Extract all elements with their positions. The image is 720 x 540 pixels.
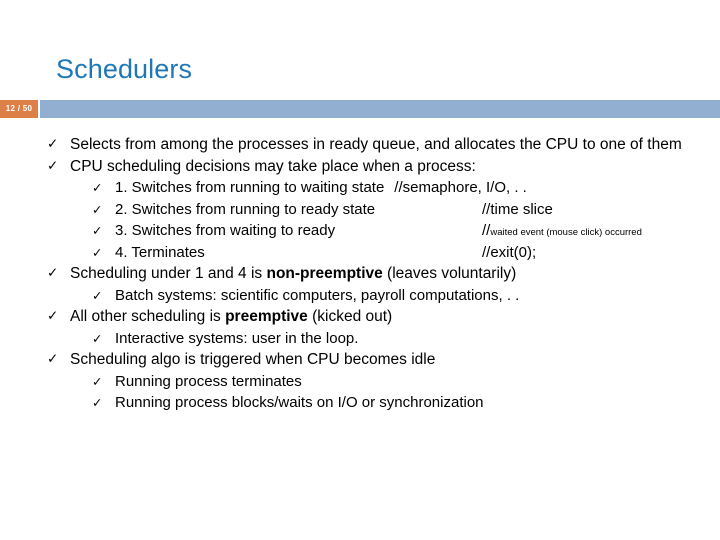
- checkmark-icon: ✓: [47, 308, 59, 324]
- header-accent-bar: [40, 100, 720, 118]
- bullet-text: Selects from among the processes in read…: [70, 136, 682, 153]
- checkmark-icon: ✓: [47, 157, 59, 174]
- bullet-item: ✓ CPU scheduling decisions may take plac…: [0, 156, 720, 178]
- bullet-item: ✓ Scheduling under 1 and 4 is non-preemp…: [0, 263, 720, 285]
- slide-root: Schedulers 12 / 50 ✓ Selects from among …: [0, 0, 720, 540]
- bullet-text-pre: All other scheduling is: [70, 308, 226, 325]
- slide-body: ✓ Selects from among the processes in re…: [0, 134, 720, 534]
- bullet-text-post: (kicked out): [307, 308, 393, 325]
- bullet-text: Running process blocks/waits on I/O or s…: [115, 394, 484, 411]
- title-area: Schedulers: [0, 52, 720, 98]
- bullet-comment: //waited event (mouse click) occurred: [482, 220, 642, 244]
- bullet-item: ✓ 3. Switches from waiting to ready //wa…: [0, 220, 720, 242]
- checkmark-icon: ✓: [92, 201, 103, 217]
- checkmark-icon: ✓: [92, 287, 103, 303]
- bullet-line: 3. Switches from waiting to ready //wait…: [115, 220, 720, 242]
- bullet-text: 2. Switches from running to ready state: [115, 200, 376, 218]
- bullet-item: ✓ 2. Switches from running to ready stat…: [0, 199, 720, 221]
- bullet-line: 2. Switches from running to ready state …: [115, 199, 720, 221]
- bullet-text-pre: Scheduling under 1 and 4 is: [70, 265, 267, 282]
- checkmark-icon: ✓: [92, 395, 103, 410]
- bullet-text: Interactive systems: user in the loop.: [115, 329, 359, 347]
- bullet-item: ✓ Interactive systems: user in the loop.: [0, 328, 720, 350]
- checkmark-icon: ✓: [47, 136, 59, 152]
- bullet-comment: //time slice: [482, 200, 553, 218]
- bullet-text: Scheduling algo is triggered when CPU be…: [70, 351, 436, 368]
- bullet-item: ✓ Batch systems: scientific computers, p…: [0, 285, 720, 307]
- checkmark-icon: ✓: [47, 351, 59, 367]
- bullet-item: ✓ Running process terminates: [0, 371, 720, 393]
- bullet-text-emphasis: non-preemptive: [266, 265, 383, 282]
- bullet-text: 1. Switches from running to waiting stat…: [115, 179, 385, 196]
- bullet-text-emphasis: preemptive: [225, 308, 308, 325]
- checkmark-icon: ✓: [92, 244, 103, 260]
- bullet-comment: //exit(0);: [482, 243, 537, 261]
- checkmark-icon: ✓: [92, 223, 103, 238]
- bullet-item: ✓ Scheduling algo is triggered when CPU …: [0, 349, 720, 371]
- comment-detail-text: waited event (mouse click) occurred: [490, 227, 642, 238]
- bullet-text: Batch systems: scientific computers, pay…: [115, 286, 520, 304]
- checkmark-icon: ✓: [92, 180, 103, 195]
- page-number-badge: 12 / 50: [0, 100, 38, 118]
- bullet-comment: //semaphore, I/O, . .: [394, 179, 527, 196]
- bullet-item: ✓ Selects from among the processes in re…: [0, 134, 720, 156]
- bullet-text: Running process terminates: [115, 372, 302, 390]
- bullet-item: ✓ 4. Terminates //exit(0);: [0, 242, 720, 264]
- bullet-item: ✓ 1. Switches from running to waiting st…: [0, 177, 720, 199]
- bullet-text: 4. Terminates: [115, 243, 205, 261]
- checkmark-icon: ✓: [92, 373, 103, 389]
- page-title: Schedulers: [56, 54, 193, 84]
- bullet-line: 1. Switches from running to waiting stat…: [115, 177, 720, 199]
- bullet-text: CPU scheduling decisions may take place …: [70, 157, 476, 175]
- bullet-text: 3. Switches from waiting to ready: [115, 222, 336, 239]
- bullet-item: ✓ Running process blocks/waits on I/O or…: [0, 392, 720, 414]
- bullet-line: 4. Terminates //exit(0);: [115, 242, 720, 264]
- checkmark-icon: ✓: [92, 330, 103, 346]
- checkmark-icon: ✓: [47, 265, 59, 281]
- bullet-item: ✓ All other scheduling is preemptive (ki…: [0, 306, 720, 328]
- bullet-text-post: (leaves voluntarily): [382, 265, 517, 282]
